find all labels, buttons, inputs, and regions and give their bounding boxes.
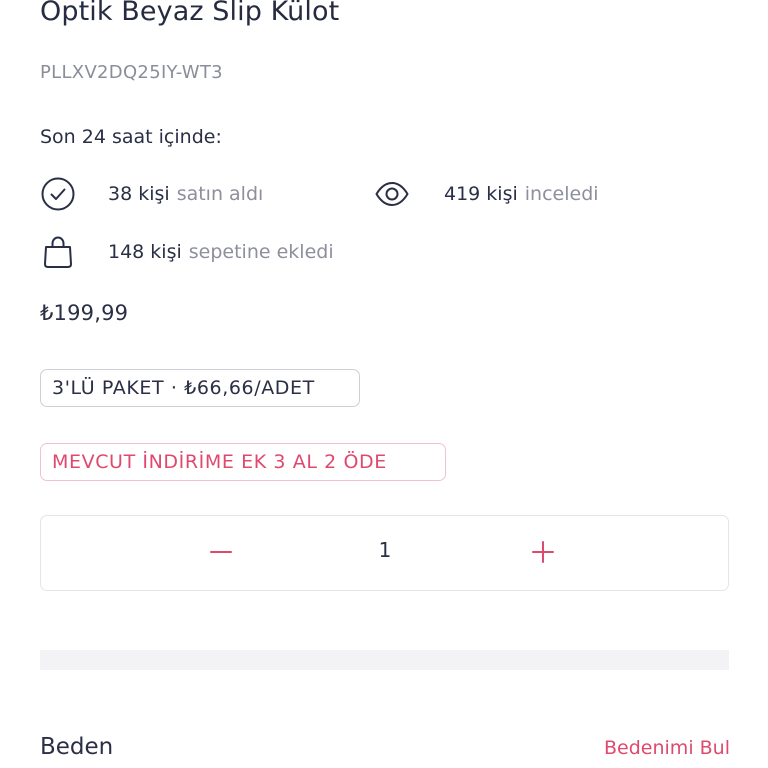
stat-viewed: 419 kişi inceledi: [372, 174, 599, 214]
minus-icon: [208, 539, 234, 569]
stat-purchased-label: satın aldı: [176, 183, 264, 205]
stat-purchased: 38 kişi satın aldı: [38, 174, 263, 214]
quantity-stepper: 1: [40, 515, 729, 591]
product-title: Optik Beyaz Slip Külot: [40, 0, 340, 27]
product-sku: PLLXV2DQ25IY-WT3: [40, 62, 223, 83]
pack-badge: 3'LÜ PAKET · ₺66,66/ADET: [40, 369, 360, 407]
stat-purchased-count: 38 kişi: [108, 183, 170, 205]
check-circle-icon: [38, 174, 78, 214]
promo-badge: MEVCUT İNDİRİME EK 3 AL 2 ÖDE: [40, 443, 446, 481]
shopping-bag-icon: [38, 232, 78, 272]
stat-viewed-count: 419 kişi: [444, 183, 518, 205]
stat-basket-count: 148 kişi: [108, 241, 182, 263]
increase-quantity-button[interactable]: [523, 534, 563, 574]
size-section-title: Beden: [40, 734, 114, 760]
section-divider: [40, 650, 729, 670]
plus-icon: [530, 539, 556, 569]
stat-viewed-label: inceledi: [524, 183, 599, 205]
stat-basket-label: sepetine ekledi: [188, 241, 334, 263]
stats-heading: Son 24 saat içinde:: [40, 126, 222, 148]
decrease-quantity-button[interactable]: [201, 534, 241, 574]
eye-icon: [372, 174, 412, 214]
find-my-size-link[interactable]: Bedenimi Bul: [604, 737, 730, 759]
product-price: ₺199,99: [40, 301, 129, 325]
stat-added-to-basket: 148 kişi sepetine ekledi: [38, 232, 334, 272]
quantity-value[interactable]: 1: [361, 538, 409, 562]
